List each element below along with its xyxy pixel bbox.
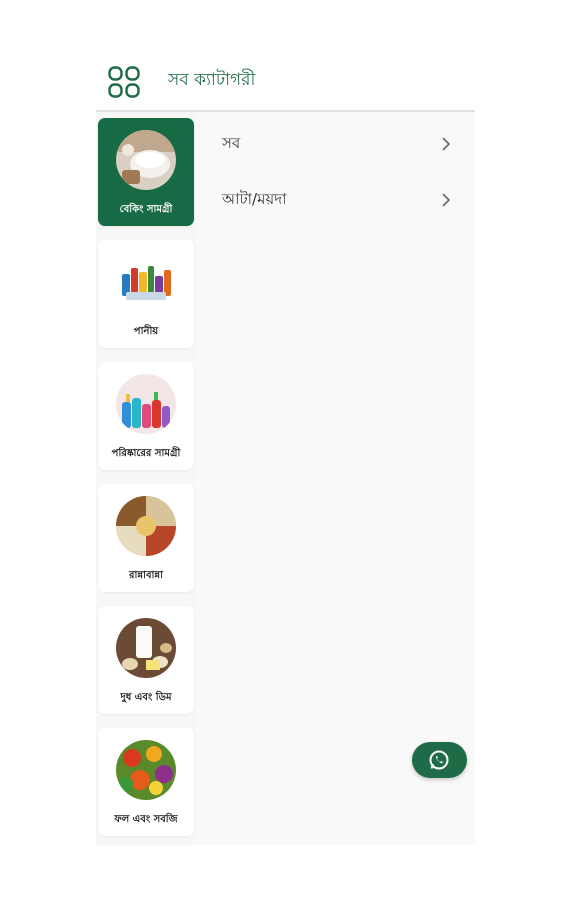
fruits-vegetables-image <box>116 740 176 800</box>
subcategory-list: সব আটা/ময়দা <box>196 112 475 845</box>
grid-menu-icon[interactable] <box>108 66 140 98</box>
subcategory-item-all[interactable]: সব <box>196 120 475 176</box>
category-label: দুধ এবং ডিম <box>120 692 172 703</box>
milk-eggs-image <box>116 618 176 678</box>
whatsapp-button[interactable] <box>412 742 467 778</box>
beverages-image <box>116 252 176 312</box>
category-label: পরিষ্কারের সামগ্রী <box>111 448 181 459</box>
category-item-cleaning[interactable]: পরিষ্কারের সামগ্রী <box>98 362 194 470</box>
page-title: সব ক্যাটাগরী <box>168 70 256 90</box>
cleaning-products-image <box>116 374 176 434</box>
subcategory-label: আটা/ময়দা <box>222 190 287 208</box>
flour-baking-image <box>116 130 176 190</box>
category-label: পানীয় <box>133 326 159 337</box>
chevron-right-icon <box>442 137 451 151</box>
chevron-right-icon <box>442 193 451 207</box>
category-item-baking[interactable]: বেকিং সামগ্রী <box>98 118 194 226</box>
category-screen: সব ক্যাটাগরী বেকিং সামগ্রী পানীয় পরিষ্ক… <box>96 50 475 845</box>
category-label: ফল এবং সবজি <box>114 814 178 825</box>
subcategory-item-flour[interactable]: আটা/ময়দা <box>196 176 475 232</box>
grains-spices-image <box>116 496 176 556</box>
whatsapp-icon <box>429 750 449 770</box>
category-item-beverages[interactable]: পানীয় <box>98 240 194 348</box>
subcategory-label: সব <box>222 134 241 152</box>
category-item-cooking[interactable]: রান্নাবান্না <box>98 484 194 592</box>
category-label: রান্নাবান্না <box>128 570 164 581</box>
category-label: বেকিং সামগ্রী <box>119 204 173 215</box>
top-bar: সব ক্যাটাগরী <box>96 50 475 112</box>
category-item-milk-eggs[interactable]: দুধ এবং ডিম <box>98 606 194 714</box>
category-sidebar: বেকিং সামগ্রী পানীয় পরিষ্কারের সামগ্রী … <box>96 112 196 845</box>
category-item-fruits-vegetables[interactable]: ফল এবং সবজি <box>98 728 194 836</box>
